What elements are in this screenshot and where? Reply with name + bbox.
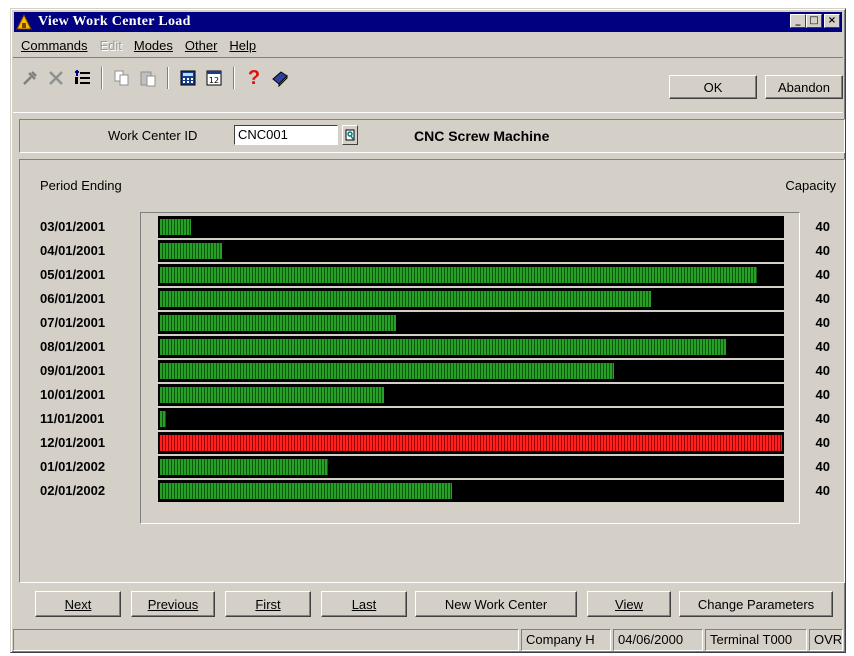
change-parameters-button[interactable]: Change Parameters <box>679 591 833 617</box>
delete-icon[interactable] <box>45 67 67 89</box>
period-date: 11/01/2001 <box>40 411 105 426</box>
tools-icon[interactable] <box>19 67 41 89</box>
last-button[interactable]: Last <box>321 591 407 617</box>
menu-bar: Commands Edit Modes Other Help <box>15 35 262 55</box>
menu-modes[interactable]: Modes <box>128 38 179 53</box>
close-button[interactable]: × <box>824 14 840 28</box>
menu-commands[interactable]: Commands <box>15 38 93 53</box>
lookup-icon[interactable] <box>342 125 358 145</box>
view-button[interactable]: View <box>587 591 671 617</box>
period-date: 05/01/2001 <box>40 267 106 282</box>
load-bar <box>160 243 222 259</box>
capacity-value: 40 <box>815 411 830 426</box>
first-button[interactable]: First <box>225 591 311 617</box>
load-bar-track <box>158 312 784 334</box>
period-date: 10/01/2001 <box>40 387 106 402</box>
title-bar[interactable]: View Work Center Load _ □ × <box>14 12 842 32</box>
load-bar <box>160 315 396 331</box>
toolbar-separator <box>233 67 235 89</box>
list-icon[interactable] <box>71 67 93 89</box>
work-center-description: CNC Screw Machine <box>414 128 550 144</box>
period-date: 06/01/2001 <box>40 291 106 306</box>
menu-help[interactable]: Help <box>223 38 262 53</box>
menu-other[interactable]: Other <box>179 38 224 53</box>
load-bar-over-capacity <box>160 435 782 451</box>
load-bar <box>160 219 191 235</box>
copy-icon[interactable] <box>111 67 133 89</box>
load-bar <box>160 483 452 499</box>
menu-edit[interactable]: Edit <box>93 38 127 53</box>
status-date: 04/06/2000 <box>613 629 703 651</box>
period-date: 08/01/2001 <box>40 339 106 354</box>
capacity-value: 40 <box>815 363 830 378</box>
capacity-value: 40 <box>815 435 830 450</box>
capacity-value: 40 <box>815 219 830 234</box>
load-bar <box>160 267 757 283</box>
toolbar-separator <box>167 67 169 89</box>
load-bar <box>160 411 166 427</box>
status-terminal: Terminal T000 <box>705 629 807 651</box>
load-bar-track <box>158 216 784 238</box>
ok-button[interactable]: OK <box>669 75 757 99</box>
period-date: 07/01/2001 <box>40 315 106 330</box>
period-date: 03/01/2001 <box>40 219 106 234</box>
paste-icon[interactable] <box>137 67 159 89</box>
period-ending-header: Period Ending <box>40 178 122 193</box>
capacity-value: 40 <box>815 387 830 402</box>
toolbar-separator <box>101 67 103 89</box>
window-title: View Work Center Load <box>38 14 191 29</box>
header-panel: Work Center ID CNC001 CNC Screw Machine <box>19 119 845 153</box>
load-panel: Period Ending Capacity 03/01/2001 40 04/01… <box>19 159 845 583</box>
capacity-value: 40 <box>815 459 830 474</box>
load-bar <box>160 291 651 307</box>
period-date: 12/01/2001 <box>40 435 106 450</box>
status-bar: Company H 04/06/2000 Terminal T000 OVR <box>13 629 843 651</box>
calendar-icon[interactable]: 12 <box>203 67 225 89</box>
load-bar <box>160 339 726 355</box>
load-bar-track <box>158 240 784 262</box>
capacity-header: Capacity <box>785 178 836 193</box>
maximize-button[interactable]: □ <box>806 14 822 28</box>
load-bar-track <box>158 408 784 430</box>
minimize-button[interactable]: _ <box>790 14 806 28</box>
load-bar-track <box>158 456 784 478</box>
capacity-value: 40 <box>815 339 830 354</box>
load-bar-track <box>158 336 784 358</box>
load-bar-track <box>158 432 784 454</box>
load-bar-track <box>158 288 784 310</box>
capacity-value: 40 <box>815 291 830 306</box>
capacity-value: 40 <box>815 267 830 282</box>
work-center-id-label: Work Center ID <box>108 128 198 143</box>
app-window: View Work Center Load _ □ × Commands Edi… <box>10 8 846 653</box>
period-date: 01/01/2002 <box>40 459 106 474</box>
load-bar <box>160 363 614 379</box>
period-date: 09/01/2001 <box>40 363 106 378</box>
abandon-button[interactable]: Abandon <box>765 75 843 99</box>
load-bar-track <box>158 480 784 502</box>
period-date: 02/01/2002 <box>40 483 106 498</box>
period-date: 04/01/2001 <box>40 243 106 258</box>
work-center-id-input[interactable]: CNC001 <box>234 125 338 145</box>
status-company: Company H <box>521 629 611 651</box>
help-icon[interactable]: ? <box>243 67 265 89</box>
book-icon[interactable] <box>269 67 291 89</box>
new-work-center-button[interactable]: New Work Center <box>415 591 577 617</box>
capacity-value: 40 <box>815 243 830 258</box>
load-bar <box>160 459 328 475</box>
load-bar-track <box>158 360 784 382</box>
status-message <box>13 629 519 651</box>
app-icon <box>16 14 32 30</box>
load-bar-track <box>158 384 784 406</box>
calculator-icon[interactable] <box>177 67 199 89</box>
svg-text:12: 12 <box>209 76 219 85</box>
next-button[interactable]: Next <box>35 591 121 617</box>
status-mode: OVR <box>809 629 843 651</box>
load-bar-track <box>158 264 784 286</box>
load-bar <box>160 387 384 403</box>
capacity-value: 40 <box>815 483 830 498</box>
capacity-value: 40 <box>815 315 830 330</box>
previous-button[interactable]: Previous <box>131 591 215 617</box>
